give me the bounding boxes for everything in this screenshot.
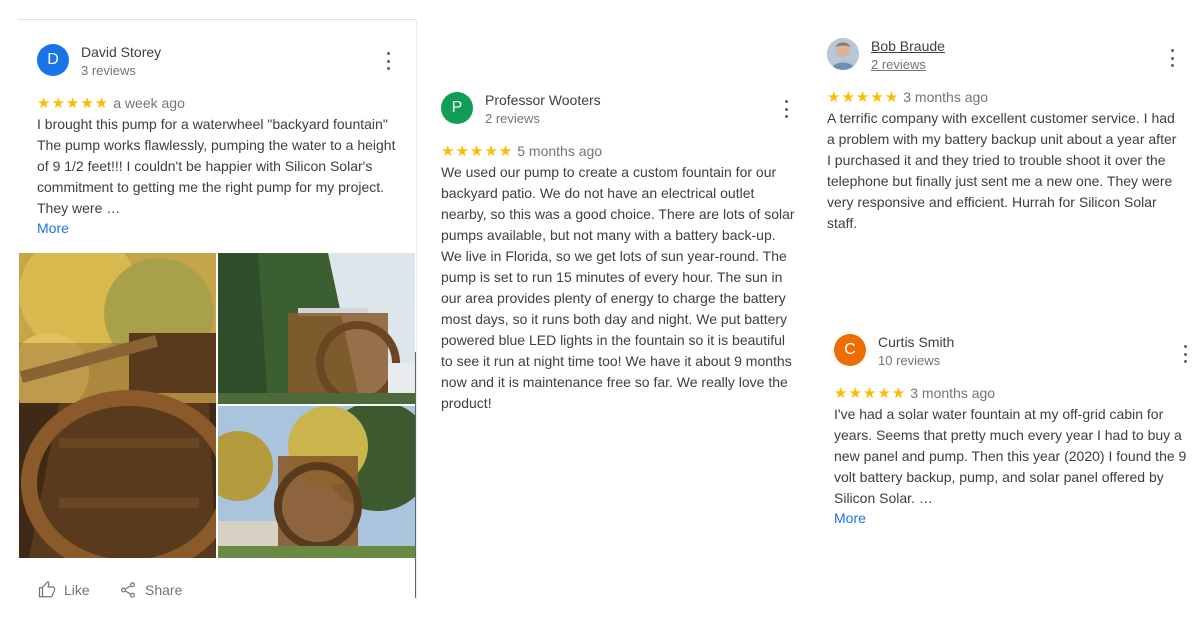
share-button[interactable]: Share <box>119 581 182 599</box>
review-date: a week ago <box>113 95 185 111</box>
more-options-icon[interactable] <box>1166 49 1178 67</box>
star-rating: ★★★★★ <box>827 89 900 106</box>
reviewer-name[interactable]: David Storey <box>81 44 161 60</box>
review-photo-3[interactable] <box>218 406 415 558</box>
review-header: Bob Braude 2 reviews <box>827 38 1187 74</box>
reviewer-name[interactable]: Professor Wooters <box>485 92 601 108</box>
review-text: I've had a solar water fountain at my of… <box>834 406 1187 506</box>
review-header: D David Storey 3 reviews <box>37 44 407 80</box>
rating-row: ★★★★★ 3 months ago <box>827 88 988 106</box>
review-text: We used our pump to create a custom foun… <box>441 164 795 411</box>
share-icon <box>121 582 135 598</box>
more-link[interactable]: More <box>37 220 69 236</box>
star-rating: ★★★★★ <box>37 95 110 112</box>
more-options-icon[interactable] <box>1179 345 1191 363</box>
review-date: 5 months ago <box>517 143 603 159</box>
review-header: P Professor Wooters 2 reviews <box>441 92 801 128</box>
avatar[interactable]: D <box>37 44 69 76</box>
avatar[interactable] <box>827 38 859 70</box>
more-options-icon[interactable] <box>780 100 792 118</box>
star-rating: ★★★★★ <box>441 143 514 160</box>
review-card-professor-wooters: P Professor Wooters 2 reviews ★★★★★ 5 mon… <box>441 92 801 422</box>
share-label: Share <box>145 582 183 598</box>
like-label: Like <box>64 582 90 598</box>
review-count[interactable]: 2 reviews <box>485 111 540 126</box>
review-count[interactable]: 3 reviews <box>81 63 136 78</box>
like-button[interactable]: Like <box>38 581 90 599</box>
thumbs-up-icon <box>38 581 56 598</box>
reviewer-name[interactable]: Curtis Smith <box>878 334 954 350</box>
profile-photo <box>827 38 859 70</box>
more-options-icon[interactable] <box>382 52 394 70</box>
review-card-curtis-smith: C Curtis Smith 10 reviews ★★★★★ 3 months … <box>834 334 1194 534</box>
review-count[interactable]: 10 reviews <box>878 353 940 368</box>
top-divider <box>18 19 416 20</box>
review-date: 3 months ago <box>910 385 996 401</box>
rating-row: ★★★★★ 5 months ago <box>441 142 602 160</box>
avatar[interactable]: C <box>834 334 866 366</box>
review-photo-2[interactable] <box>218 253 415 404</box>
rating-row: ★★★★★ a week ago <box>37 94 185 112</box>
rating-row: ★★★★★ 3 months ago <box>834 384 995 402</box>
more-link[interactable]: More <box>834 510 866 526</box>
review-text: I brought this pump for a waterwheel "ba… <box>37 116 396 216</box>
review-text: A terrific company with excellent custom… <box>827 110 1177 231</box>
avatar[interactable]: P <box>441 92 473 124</box>
column-divider <box>416 19 417 599</box>
review-card-bob-braude: Bob Braude 2 reviews ★★★★★ 3 months ago A… <box>827 38 1187 238</box>
review-count[interactable]: 2 reviews <box>871 57 926 72</box>
review-photo-1[interactable] <box>19 253 216 558</box>
reviewer-name[interactable]: Bob Braude <box>871 38 945 54</box>
review-header: C Curtis Smith 10 reviews <box>834 334 1194 370</box>
star-rating: ★★★★★ <box>834 385 907 402</box>
review-date: 3 months ago <box>903 89 989 105</box>
